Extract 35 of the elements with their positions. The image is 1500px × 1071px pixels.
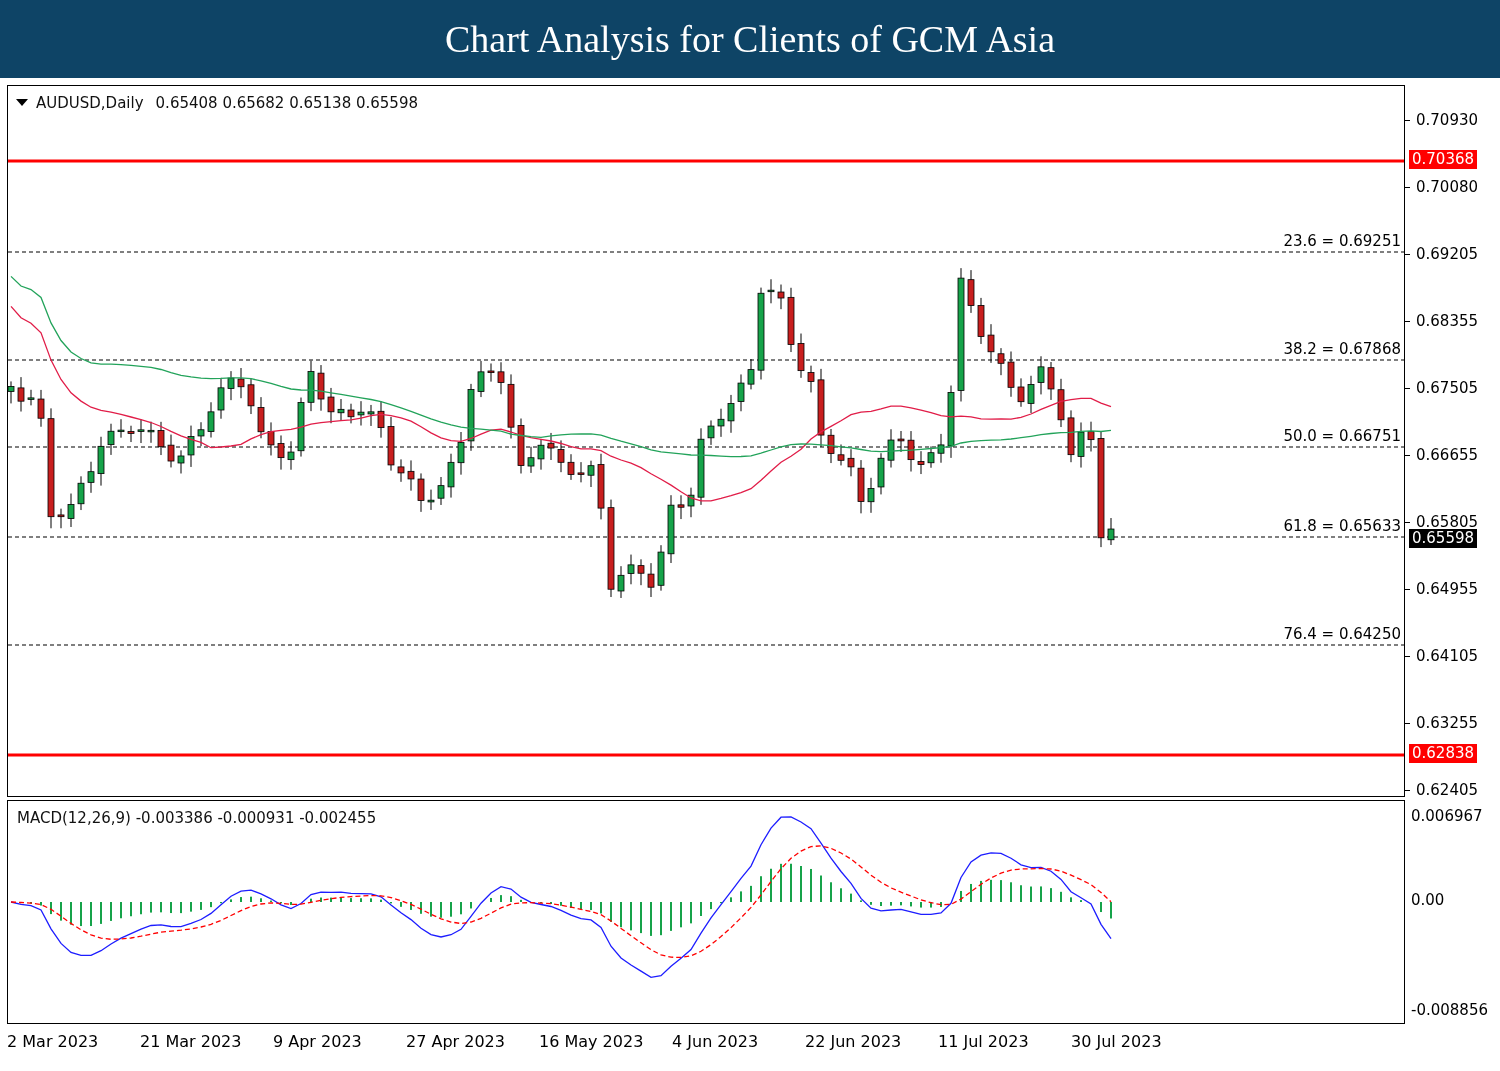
fibonacci-level-label: 50.0 = 0.66751 — [1283, 427, 1401, 445]
date-axis-label: 9 Apr 2023 — [273, 1031, 362, 1053]
price-axis-label: 0.70080 — [1416, 178, 1479, 196]
date-axis-label: 30 Jul 2023 — [1071, 1031, 1162, 1053]
date-axis-label: 11 Jul 2023 — [938, 1031, 1029, 1053]
price-axis-label: 0.62405 — [1416, 781, 1479, 799]
price-axis-label: 0.64105 — [1416, 647, 1479, 665]
symbol-label: AUDUSD,Daily — [36, 93, 144, 114]
macd-axis-label: 0.00 — [1411, 891, 1445, 909]
date-axis-label: 22 Jun 2023 — [805, 1031, 902, 1053]
fibonacci-level-label: 38.2 = 0.67868 — [1283, 340, 1401, 358]
price-level-tag: 0.70368 — [1409, 150, 1478, 169]
price-axis-label: 0.63255 — [1416, 714, 1479, 732]
date-axis-label: 27 Apr 2023 — [406, 1031, 505, 1053]
price-axis-label: 0.68355 — [1416, 312, 1479, 330]
current-price-tag: 0.65598 — [1409, 529, 1478, 548]
ohlc-values: 0.65408 0.65682 0.65138 0.65598 — [155, 93, 418, 114]
price-axis-label: 0.65805 — [1416, 513, 1479, 531]
fibonacci-level-label: 61.8 = 0.65633 — [1283, 517, 1401, 535]
page-title: Chart Analysis for Clients of GCM Asia — [444, 16, 1056, 62]
macd-axis-label: -0.008856 — [1411, 1001, 1488, 1019]
fibonacci-level-label: 23.6 = 0.69251 — [1283, 232, 1401, 250]
fibonacci-level-label: 76.4 = 0.64250 — [1283, 625, 1401, 643]
macd-label: MACD(12,26,9) -0.003386 -0.000931 -0.002455 — [17, 808, 377, 829]
date-axis-label: 21 Mar 2023 — [140, 1031, 242, 1053]
date-axis-label: 4 Jun 2023 — [672, 1031, 759, 1053]
price-axis-label: 0.69205 — [1416, 245, 1479, 263]
macd-axis-label: 0.006967 — [1411, 807, 1483, 825]
date-axis-label: 16 May 2023 — [539, 1031, 644, 1053]
price-axis-label: 0.70930 — [1416, 111, 1479, 129]
price-axis-label: 0.64955 — [1416, 580, 1479, 598]
price-level-tag: 0.62838 — [1409, 744, 1478, 763]
price-axis-label: 0.67505 — [1416, 379, 1479, 397]
price-axis-label: 0.66655 — [1416, 446, 1479, 464]
date-axis-label: 2 Mar 2023 — [7, 1031, 99, 1053]
